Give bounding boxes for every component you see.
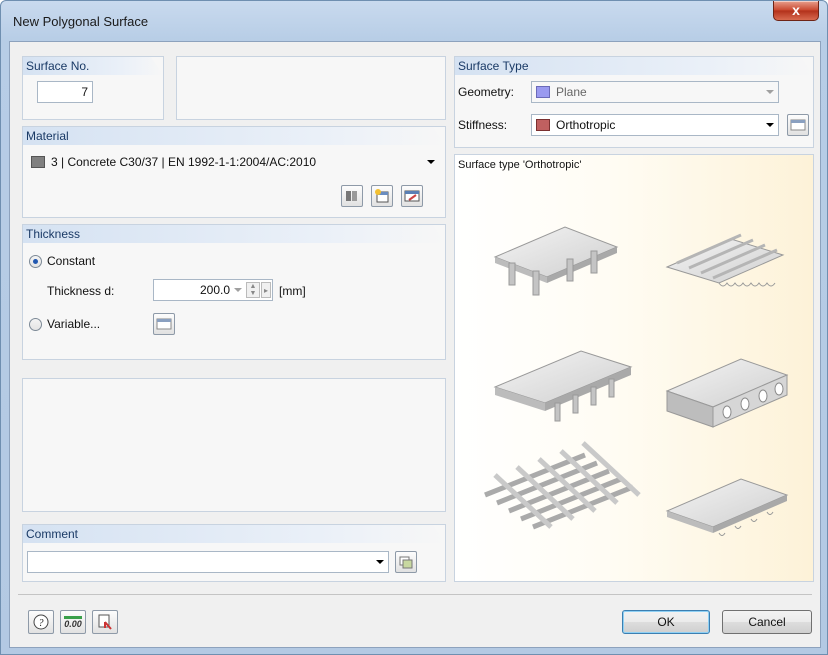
thickness-spinner[interactable]: ▲ ▼: [246, 282, 260, 298]
surface-no-group: Surface No. 7: [22, 56, 164, 120]
geometry-label: Geometry:: [458, 85, 515, 99]
material-dropdown-arrow-icon[interactable]: [427, 160, 435, 164]
surface-type-group: Surface Type Geometry: Plane Stiffness: …: [454, 56, 814, 148]
surface-type-preview: Surface type 'Orthotropic': [454, 154, 814, 582]
close-button[interactable]: x: [773, 1, 819, 21]
help-icon[interactable]: ?: [28, 610, 54, 634]
orthotropic-types-illustration: [484, 226, 789, 536]
pick-icon[interactable]: [92, 610, 118, 634]
stiffness-edit-icon[interactable]: [787, 114, 809, 136]
material-value: 3 | Concrete C30/37 | EN 1992-1-1:2004/A…: [51, 155, 317, 169]
thickness-d-label: Thickness d:: [47, 284, 115, 298]
thickness-header: Thickness: [23, 225, 445, 243]
thickness-dropdown-arrow-icon[interactable]: [234, 288, 242, 292]
units-icon[interactable]: 0.00: [60, 610, 86, 634]
comment-header: Comment: [23, 525, 445, 543]
comment-group: Comment: [22, 524, 446, 582]
hollow-core-slab-icon: [665, 358, 789, 428]
thickness-value: 200.0: [199, 283, 230, 297]
surface-no-input[interactable]: 7: [37, 81, 93, 103]
geometry-value: Plane: [556, 85, 587, 99]
material-select[interactable]: 3 | Concrete C30/37 | EN 1992-1-1:2004/A…: [31, 153, 441, 173]
constant-radio[interactable]: [29, 255, 42, 268]
corrugated-plate-icon: [665, 233, 785, 287]
material-color-swatch: [31, 156, 45, 168]
geometry-dropdown-arrow-icon[interactable]: [766, 90, 774, 94]
window-title: New Polygonal Surface: [13, 14, 149, 29]
coupled-slab-icon: [665, 478, 789, 536]
geometry-select[interactable]: Plane: [531, 81, 779, 103]
surface-no-header: Surface No.: [23, 57, 163, 75]
empty-panel: [22, 378, 446, 512]
thickness-input[interactable]: 200.0 ▲ ▼ ▸: [153, 279, 273, 301]
stiffness-color-swatch: [536, 119, 550, 131]
thickness-unit: [mm]: [279, 284, 306, 298]
stiffness-value: Orthotropic: [556, 118, 616, 132]
constant-label: Constant: [47, 254, 96, 268]
surface-type-header: Surface Type: [455, 57, 813, 75]
variable-radio[interactable]: [29, 318, 42, 331]
ribbed-slab-icon: [493, 226, 619, 296]
title-bar: New Polygonal Surface x: [1, 1, 827, 41]
comment-library-icon[interactable]: [395, 551, 417, 573]
material-header: Material: [23, 127, 445, 145]
thickness-step-icon[interactable]: ▸: [261, 282, 271, 298]
thickness-group: Thickness Constant Thickness d: 200.0 ▲ ▼…: [22, 224, 446, 360]
unidirectional-ribbed-slab-icon: [493, 350, 633, 422]
variable-label: Variable...: [47, 317, 101, 331]
dialog-body: Surface No. 7 Material 3 | Concrete C30/…: [9, 41, 821, 648]
material-group: Material 3 | Concrete C30/37 | EN 1992-1…: [22, 126, 446, 218]
stiffness-label: Stiffness:: [458, 118, 508, 132]
geometry-color-swatch: [536, 86, 550, 98]
ok-button[interactable]: OK: [622, 610, 710, 634]
surface-info-box: [176, 56, 446, 120]
stiffness-select[interactable]: Orthotropic: [531, 114, 779, 136]
footer-separator: [18, 594, 812, 595]
svg-text:?: ?: [39, 618, 44, 629]
dialog-window: New Polygonal Surface x Surface No. 7 Ma…: [0, 0, 828, 655]
comment-dropdown-arrow-icon[interactable]: [376, 560, 384, 564]
new-material-icon[interactable]: [371, 185, 393, 207]
variable-edit-icon[interactable]: [153, 313, 175, 335]
comment-input[interactable]: [27, 551, 389, 573]
stiffness-dropdown-arrow-icon[interactable]: [766, 123, 774, 127]
edit-icon[interactable]: [401, 185, 423, 207]
library-icon[interactable]: [341, 185, 363, 207]
cancel-button[interactable]: Cancel: [722, 610, 812, 634]
grillage-icon: [484, 441, 641, 530]
